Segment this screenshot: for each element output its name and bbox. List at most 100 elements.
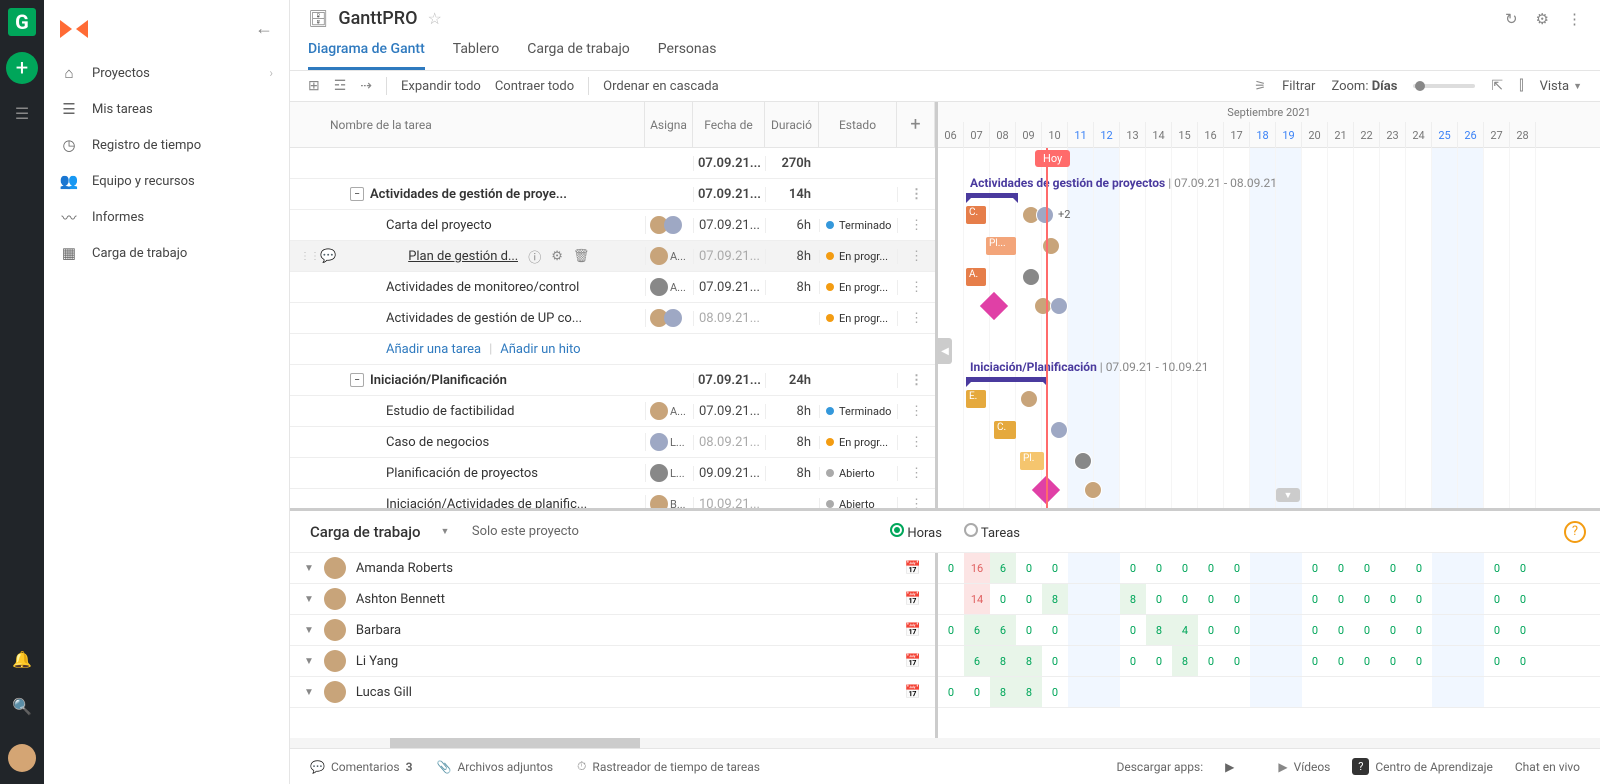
comment-icon[interactable]: 💬 bbox=[320, 249, 336, 264]
calendar-icon[interactable]: 📅 bbox=[905, 561, 921, 576]
help-icon[interactable]: ? bbox=[1564, 521, 1586, 543]
gantt-bar[interactable]: Pl. bbox=[1020, 452, 1044, 470]
comments-button[interactable]: 💬Comentarios 3 bbox=[310, 760, 413, 774]
expand-toggle[interactable]: ▼ bbox=[304, 656, 314, 667]
delete-icon[interactable]: 🗑 bbox=[573, 249, 590, 264]
col-duration[interactable]: Duració bbox=[765, 102, 819, 147]
row-menu[interactable]: ⋮ bbox=[897, 218, 935, 233]
expand-toggle[interactable]: ▼ bbox=[304, 563, 314, 574]
live-chat-button[interactable]: Chat en vivo bbox=[1515, 760, 1580, 774]
row-menu[interactable]: ⋮ bbox=[897, 466, 935, 481]
gantt-bar[interactable]: C. bbox=[994, 421, 1016, 439]
zoom-slider[interactable] bbox=[1413, 84, 1475, 88]
task-row-hover[interactable]: ⋮⋮💬Plan de gestión d...ⓘ⚙🗑 A... 07.09.21… bbox=[290, 241, 935, 272]
col-name[interactable]: Nombre de la tarea bbox=[290, 102, 645, 147]
sidebar-item-team[interactable]: 👥Equipo y recursos bbox=[44, 163, 289, 199]
sidebar-item-projects[interactable]: ⌂Proyectos› bbox=[44, 55, 289, 91]
group-row[interactable]: −Iniciación/Planificación 07.09.21...24h… bbox=[290, 365, 935, 396]
sidebar-item-workload[interactable]: ▦Carga de trabajo bbox=[44, 235, 289, 271]
indent-icon[interactable]: ☲ bbox=[334, 78, 347, 94]
workload-scope-dropdown[interactable]: ▼ Solo este proyecto bbox=[440, 524, 579, 539]
gantt-bar[interactable]: Pl... bbox=[986, 237, 1016, 255]
time-tracker-button[interactable]: ⏱Rastreador de tiempo de tareas bbox=[577, 759, 760, 774]
baseline-icon[interactable]: ⫿ bbox=[1519, 78, 1523, 94]
task-row[interactable]: Actividades de monitoreo/control A... 07… bbox=[290, 272, 935, 303]
mode-tasks[interactable]: Tareas bbox=[964, 523, 1020, 541]
task-row[interactable]: Planificación de proyectos L... 09.09.21… bbox=[290, 458, 935, 489]
add-column-button[interactable]: + bbox=[897, 102, 935, 147]
learning-center-button[interactable]: ?Centro de Aprendizaje bbox=[1352, 758, 1493, 775]
workload-person-row[interactable]: ▼Amanda Roberts📅 bbox=[290, 553, 935, 584]
expand-toggle[interactable]: ▼ bbox=[304, 687, 314, 698]
columns-icon[interactable]: ⊞ bbox=[308, 78, 320, 94]
expand-toggle[interactable]: ▼ bbox=[304, 594, 314, 605]
videos-button[interactable]: ▶Vídeos bbox=[1278, 760, 1330, 774]
tab-workload[interactable]: Carga de trabajo bbox=[527, 35, 630, 70]
group-row[interactable]: −Actividades de gestión de proye... 07.0… bbox=[290, 179, 935, 210]
col-assign[interactable]: Asigna bbox=[645, 102, 693, 147]
calendar-icon[interactable]: 📅 bbox=[905, 685, 921, 700]
workload-person-row[interactable]: ▼Barbara📅 bbox=[290, 615, 935, 646]
settings-icon[interactable]: ⚙ bbox=[551, 249, 563, 264]
col-start[interactable]: Fecha de bbox=[693, 102, 765, 147]
info-icon[interactable]: ⓘ bbox=[528, 247, 541, 266]
row-menu[interactable]: ⋮ bbox=[897, 249, 935, 264]
row-menu[interactable]: ⋮ bbox=[897, 187, 935, 202]
task-row[interactable]: Caso de negocios L... 08.09.21...8h En p… bbox=[290, 427, 935, 458]
user-avatar[interactable] bbox=[8, 744, 36, 772]
expand-toggle[interactable]: ▼ bbox=[304, 625, 314, 636]
create-button[interactable]: + bbox=[6, 52, 38, 84]
view-dropdown[interactable]: Vista▼ bbox=[1540, 79, 1582, 94]
mode-hours[interactable]: Horas bbox=[890, 523, 942, 541]
expand-down-handle[interactable]: ▼ bbox=[1276, 488, 1300, 502]
row-menu[interactable]: ⋮ bbox=[897, 435, 935, 450]
tab-gantt[interactable]: Diagrama de Gantt bbox=[308, 35, 425, 70]
workload-person-row[interactable]: ▼Lucas Gill📅 bbox=[290, 677, 935, 708]
collapse-all-button[interactable]: Contraer todo bbox=[495, 79, 574, 94]
task-row[interactable]: Estudio de factibilidad A... 07.09.21...… bbox=[290, 396, 935, 427]
add-milestone-link[interactable]: Añadir un hito bbox=[500, 342, 580, 357]
export-icon[interactable]: ⇱ bbox=[1491, 78, 1503, 94]
menu-icon[interactable]: ☰ bbox=[15, 104, 29, 123]
filter-button[interactable]: Filtrar bbox=[1282, 79, 1315, 94]
task-row[interactable]: Carta del proyecto 07.09.21...6h Termina… bbox=[290, 210, 935, 241]
tab-board[interactable]: Tablero bbox=[453, 35, 499, 70]
hierarchy-icon[interactable]: ⇢ bbox=[360, 78, 372, 94]
collapse-toggle[interactable]: − bbox=[350, 373, 364, 387]
add-task-link[interactable]: Añadir una tarea bbox=[386, 342, 481, 357]
calendar-icon[interactable]: 📅 bbox=[905, 654, 921, 669]
gantt-bar[interactable]: E. bbox=[966, 390, 986, 408]
task-row[interactable]: Actividades de gestión de UP co... 08.09… bbox=[290, 303, 935, 334]
notifications-icon[interactable]: 🔔 bbox=[12, 650, 32, 669]
task-row[interactable]: Iniciación/Actividades de planific... B.… bbox=[290, 489, 935, 508]
workload-person-row[interactable]: ▼Li Yang📅 bbox=[290, 646, 935, 677]
row-menu[interactable]: ⋮ bbox=[897, 311, 935, 326]
collapse-toggle[interactable]: − bbox=[350, 187, 364, 201]
sidebar-item-reports[interactable]: 〰Informes bbox=[44, 199, 289, 235]
sidebar-item-mytasks[interactable]: ☰Mis tareas bbox=[44, 91, 289, 127]
drag-handle-icon[interactable]: ⋮⋮ bbox=[300, 251, 314, 262]
row-menu[interactable]: ⋮ bbox=[897, 373, 935, 388]
h-scrollbar[interactable] bbox=[290, 738, 1600, 748]
more-icon[interactable]: ⋮ bbox=[1567, 10, 1582, 28]
expand-all-button[interactable]: Expandir todo bbox=[401, 79, 481, 94]
tab-people[interactable]: Personas bbox=[658, 35, 717, 70]
history-icon[interactable]: ↻ bbox=[1505, 10, 1518, 28]
gantt-bar[interactable]: A. bbox=[966, 268, 986, 286]
row-menu[interactable]: ⋮ bbox=[897, 497, 935, 509]
sidebar-item-timelog[interactable]: ◷Registro de tiempo bbox=[44, 127, 289, 163]
back-icon[interactable]: ← bbox=[255, 18, 273, 39]
calendar-icon[interactable]: 📅 bbox=[905, 592, 921, 607]
attachments-button[interactable]: 📎Archivos adjuntos bbox=[437, 760, 554, 774]
calendar-icon[interactable]: 📅 bbox=[905, 623, 921, 638]
search-icon[interactable]: 🔍 bbox=[12, 697, 32, 716]
gantt-bar[interactable]: C. bbox=[966, 206, 986, 224]
cascade-button[interactable]: Ordenar en cascada bbox=[603, 79, 719, 94]
row-menu[interactable]: ⋮ bbox=[897, 404, 935, 419]
col-status[interactable]: Estado bbox=[819, 102, 897, 147]
row-menu[interactable]: ⋮ bbox=[897, 280, 935, 295]
collapse-handle[interactable]: ◀ bbox=[938, 338, 952, 364]
play-store-icon[interactable]: ▶ bbox=[1225, 760, 1234, 774]
settings-icon[interactable]: ⚙ bbox=[1536, 10, 1549, 28]
filter-icon[interactable]: ⚞ bbox=[1254, 79, 1266, 94]
